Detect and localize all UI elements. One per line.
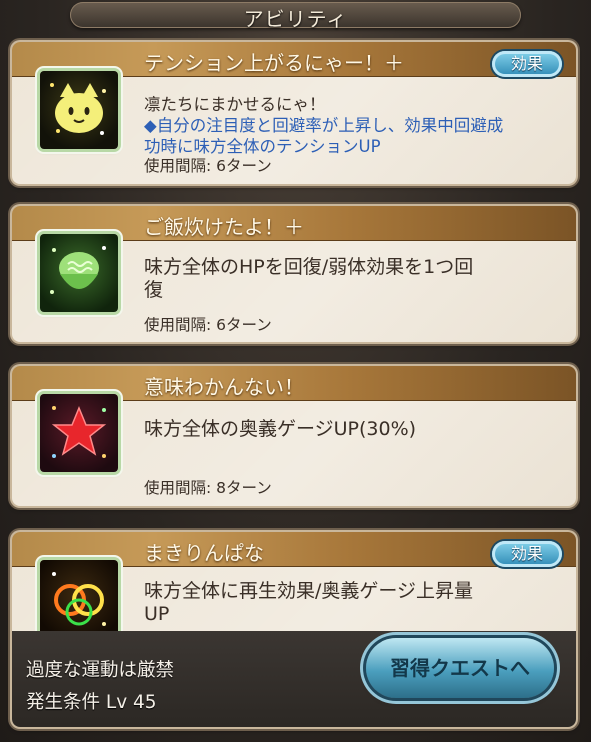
rings-icon <box>40 560 118 638</box>
cat-face-icon <box>40 71 118 149</box>
description-line: 味方全体の奥義ゲージUP(30%) <box>144 418 417 440</box>
ability-description: 味方全体に再生効果/奥義ゲージ上昇量 UP <box>144 580 554 626</box>
cooldown-interval: 使用間隔: 6ターン <box>144 316 272 334</box>
ability-icon-frame <box>40 71 118 149</box>
condition-name: 過度な運動は厳禁 <box>26 660 175 681</box>
star-icon <box>40 394 118 472</box>
ability-name: 意味わかんない！ <box>144 375 304 399</box>
ability-panel: アビリティ テンション上がるにゃー！＋ 効果 凛たちにまかせるにゃ！ ◆自分の注… <box>0 0 591 742</box>
ability-name: テンション上がるにゃー！＋ <box>144 51 404 75</box>
unlock-condition: 発生条件 Lv 45 <box>26 692 157 713</box>
description-line: 味方全体のHPを回復/弱体効果を1つ回 <box>144 256 474 278</box>
ability-description: 凛たちにまかせるにゃ！ ◆自分の注目度と回避率が上昇し、効果中回避成 功時に味方… <box>144 94 554 157</box>
description-line: 凛たちにまかせるにゃ！ <box>144 95 326 114</box>
ability-icon-frame <box>40 234 118 312</box>
ability-name: ご飯炊けたよ！＋ <box>144 215 304 239</box>
ability-icon-frame <box>40 560 118 638</box>
description-line: 復 <box>144 279 164 301</box>
cooldown-interval: 使用間隔: 6ターン <box>144 157 272 175</box>
ability-name: まきりんぱな <box>144 541 264 565</box>
ability-icon-frame <box>40 394 118 472</box>
ability-card-3[interactable]: 意味わかんない！ 味方全体の奥義ゲージUP(30%) 使用間隔: 8ターン <box>12 366 576 506</box>
ability-card-1[interactable]: テンション上がるにゃー！＋ 効果 凛たちにまかせるにゃ！ ◆自分の注目度と回避率… <box>12 42 576 184</box>
description-line: UP <box>144 603 170 625</box>
cooldown-interval: 使用間隔: 8ターン <box>144 479 272 497</box>
ability-description: 味方全体のHPを回復/弱体効果を1つ回 復 <box>144 256 554 302</box>
page-title: アビリティ <box>243 7 348 31</box>
description-line: ◆自分の注目度と回避率が上昇し、効果中回避成 <box>144 116 504 135</box>
quest-button[interactable]: 習得クエストへ <box>366 638 554 698</box>
description-line: 味方全体に再生効果/奥義ゲージ上昇量 <box>144 580 474 602</box>
ability-card-2[interactable]: ご飯炊けたよ！＋ 味方全体のHPを回復/弱体効果を1つ回 復 使用間隔: 6ター… <box>12 206 576 342</box>
ability-description: 味方全体の奥義ゲージUP(30%) <box>144 418 554 441</box>
effect-button[interactable]: 効果 <box>492 541 562 567</box>
effect-button[interactable]: 効果 <box>492 51 562 77</box>
rice-bowl-icon <box>40 234 118 312</box>
